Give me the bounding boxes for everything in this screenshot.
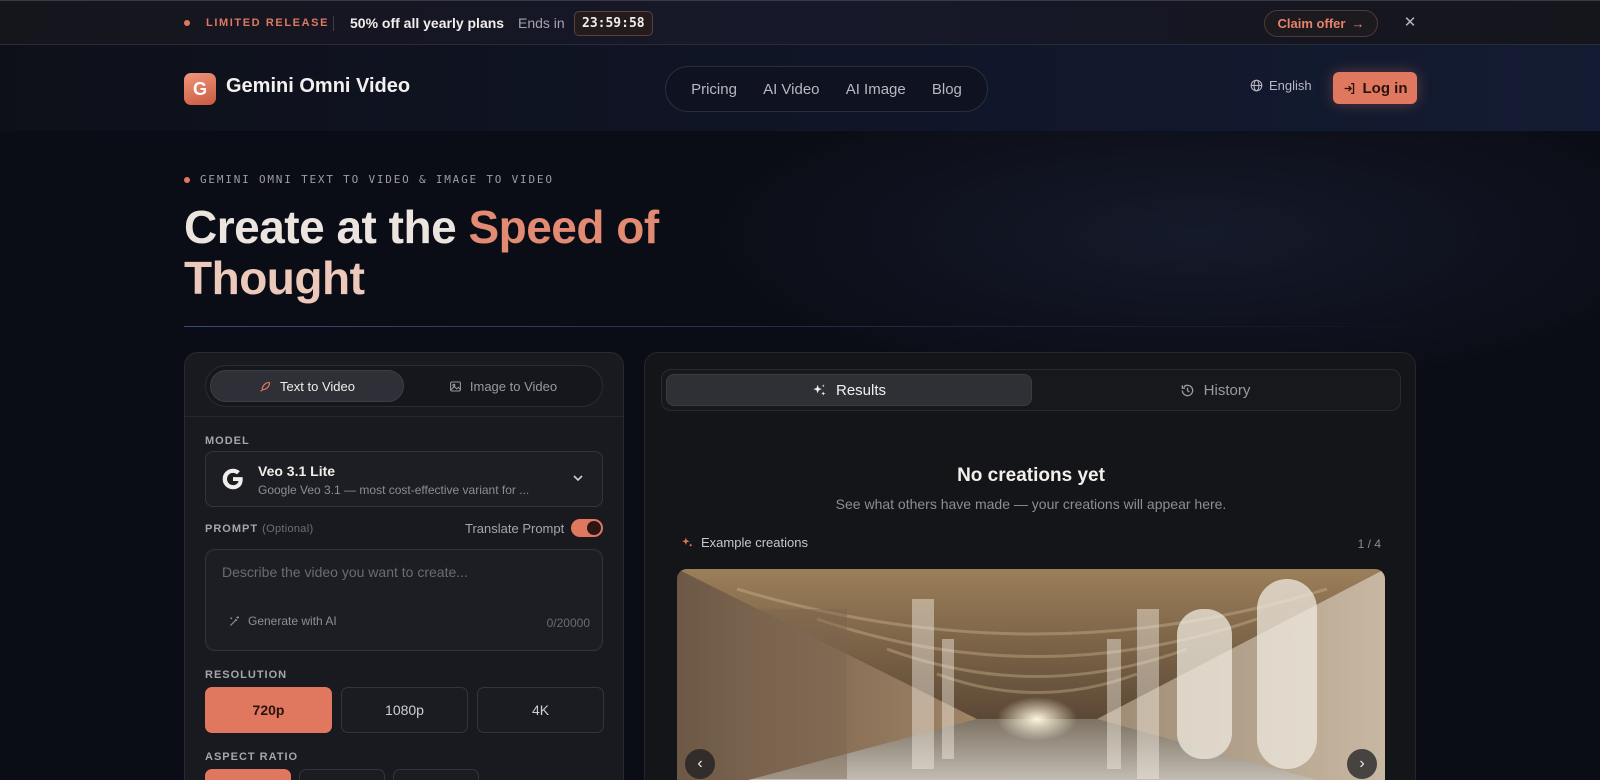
prompt-placeholder: Describe the video you want to create... [222, 564, 468, 580]
title-part-3: Thought [184, 252, 365, 304]
generator-panel: Text to Video Image to Video MODEL Veo 3… [184, 352, 624, 780]
character-counter: 0/20000 [546, 616, 590, 630]
tab-text-to-video-label: Text to Video [280, 378, 355, 394]
toggle-knob [587, 521, 601, 535]
tab-results-label: Results [835, 381, 887, 399]
hero-divider [184, 326, 1416, 327]
promo-dot [184, 20, 190, 26]
empty-state-subtitle: See what others have made — your creatio… [835, 496, 1227, 512]
image-icon [449, 381, 461, 391]
logo-mark[interactable]: G [184, 73, 216, 105]
model-label: MODEL [205, 435, 250, 447]
resolution-label: RESOLUTION [205, 669, 288, 681]
feather-icon [260, 381, 271, 392]
hallway-image [677, 569, 1385, 780]
google-g-icon [222, 468, 243, 490]
promo-offer: 50% off all yearly plans [350, 15, 505, 31]
eyebrow-dot [184, 177, 190, 183]
login-icon [1344, 82, 1354, 94]
chevron-down-icon [573, 475, 583, 482]
aspect-ratio-option-1[interactable] [205, 769, 291, 780]
prompt-label: PROMPT (Optional) [205, 523, 313, 535]
aspect-ratio-option-3[interactable] [393, 769, 479, 780]
panel-divider [185, 416, 623, 417]
countdown-timer: 23:59:58 [574, 11, 653, 36]
generate-with-ai-button[interactable]: Generate with AI [228, 614, 337, 628]
empty-state-title: No creations yet [957, 465, 1105, 486]
hero-eyebrow: GEMINI OMNI TEXT TO VIDEO & IMAGE TO VID… [200, 173, 554, 186]
example-video-preview[interactable]: ‹ › [677, 569, 1385, 780]
tab-text-to-video[interactable]: Text to Video [210, 370, 404, 402]
prompt-label-text: PROMPT [205, 523, 259, 535]
carousel-pager: 1 / 4 [1357, 537, 1381, 551]
model-select[interactable]: Veo 3.1 Lite Google Veo 3.1 — most cost-… [205, 451, 603, 507]
language-selector[interactable]: English [1250, 78, 1312, 93]
example-creations-label: Example creations [681, 535, 808, 550]
brand-name[interactable]: Gemini Omni Video [226, 75, 410, 98]
resolution-4k[interactable]: 4K [477, 687, 604, 733]
sparkles-icon [813, 383, 826, 396]
history-icon [1181, 384, 1193, 396]
claim-offer-label: Claim offer [1277, 16, 1346, 31]
model-description: Google Veo 3.1 — most cost-effective var… [258, 483, 530, 497]
prompt-optional: (Optional) [262, 523, 314, 535]
promo-bar: LIMITED RELEASE 50% off all yearly plans… [0, 0, 1600, 45]
promo-ends-label: Ends in [518, 15, 565, 31]
title-part-1: Create at the [184, 201, 469, 253]
login-label: Log in [1362, 79, 1408, 97]
page-title: Create at the Speed of Thought [184, 202, 744, 304]
chevron-left-icon[interactable]: ‹ [685, 749, 715, 779]
sparkles-icon [682, 537, 693, 547]
chevron-right-icon[interactable]: › [1347, 749, 1377, 779]
title-part-2: Speed of [468, 201, 659, 253]
promo-tag: LIMITED RELEASE [206, 17, 330, 29]
site-header: G Gemini Omni Video Pricing AI Video AI … [0, 45, 1600, 131]
generate-with-ai-label: Generate with AI [248, 614, 337, 628]
results-tabs: Results History [661, 369, 1401, 411]
aspect-ratio-label: ASPECT RATIO [205, 751, 299, 763]
model-name: Veo 3.1 Lite [258, 463, 336, 479]
globe-icon [1250, 79, 1263, 92]
magic-wand-icon [230, 615, 239, 626]
tab-history[interactable]: History [1032, 374, 1398, 406]
tab-history-label: History [1203, 381, 1251, 399]
login-button[interactable]: Log in [1333, 72, 1417, 104]
translate-prompt-label: Translate Prompt [465, 521, 565, 536]
prompt-input[interactable]: Describe the video you want to create...… [205, 549, 603, 651]
nav-ai-video[interactable]: AI Video [763, 81, 819, 98]
mode-switcher: Text to Video Image to Video [205, 365, 603, 407]
example-creations-text: Example creations [701, 535, 808, 550]
resolution-720p[interactable]: 720p [205, 687, 332, 733]
main-nav: Pricing AI Video AI Image Blog [665, 66, 988, 112]
nav-pricing[interactable]: Pricing [691, 81, 737, 98]
promo-divider [333, 16, 334, 31]
aspect-ratio-option-2[interactable] [299, 769, 385, 780]
language-label: English [1269, 78, 1312, 93]
results-panel: Results History No creations yet See wha… [644, 352, 1416, 780]
claim-offer-button[interactable]: Claim offer → [1264, 10, 1378, 37]
tab-image-to-video-label: Image to Video [469, 378, 558, 394]
tab-image-to-video[interactable]: Image to Video [406, 370, 600, 402]
arrow-right-icon: → [1351, 16, 1365, 31]
translate-prompt-toggle[interactable] [571, 519, 603, 537]
nav-blog[interactable]: Blog [932, 81, 962, 98]
resolution-1080p[interactable]: 1080p [341, 687, 468, 733]
close-icon[interactable]: ✕ [1400, 13, 1420, 33]
nav-ai-image[interactable]: AI Image [846, 81, 906, 98]
tab-results[interactable]: Results [666, 374, 1032, 406]
